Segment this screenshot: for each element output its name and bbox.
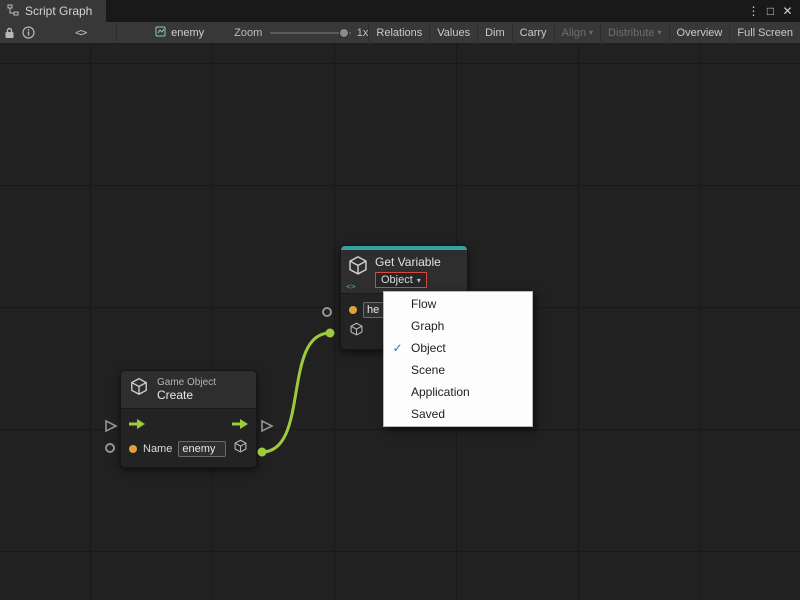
tab-label: Script Graph <box>25 4 92 18</box>
zoom-value: 1x <box>357 27 369 39</box>
flow-input-port[interactable] <box>104 419 118 438</box>
align-button[interactable]: Align▾ <box>554 22 600 44</box>
window-menu-icon[interactable]: ⋮ <box>745 0 762 22</box>
close-icon[interactable]: ✕ <box>779 0 796 22</box>
gameobject-port-cube-icon[interactable] <box>349 322 364 342</box>
zoom-label: Zoom <box>234 27 262 39</box>
graph-name: enemy <box>171 27 204 39</box>
scope-menu: Flow Graph ✓ Object Scene Application Sa… <box>383 291 533 427</box>
check-icon: ✓ <box>384 341 411 355</box>
carry-button[interactable]: Carry <box>512 22 554 44</box>
full-screen-button[interactable]: Full Screen <box>729 22 800 44</box>
toolbar-buttons: Relations Values Dim Carry Align▾ Distri… <box>368 22 800 44</box>
create-node-header: Game Object Create <box>121 371 256 408</box>
create-node[interactable]: Game Object Create Name <box>120 370 257 468</box>
variable-cube-icon: <> <box>347 255 369 288</box>
flow-input-arrow-icon[interactable] <box>128 417 146 435</box>
titlebar: Script Graph ⋮ □ ✕ <box>0 0 800 22</box>
graph-asset-icon <box>155 26 166 40</box>
name-input-port[interactable] <box>105 443 115 453</box>
flow-output-arrow-icon[interactable] <box>231 417 249 435</box>
menu-item-object[interactable]: ✓ Object <box>384 337 532 359</box>
chevron-down-icon: ▾ <box>417 276 421 285</box>
name-port-label: Name <box>143 443 172 455</box>
chevron-down-icon: ▾ <box>658 28 662 37</box>
node-title: Get Variable <box>375 255 441 269</box>
variable-code-glyph: <> <box>346 282 356 291</box>
code-editor-icon[interactable]: <> <box>71 22 90 44</box>
graph-canvas[interactable]: <> Get Variable Object ▾ <box>0 44 800 600</box>
name-input[interactable] <box>178 441 226 457</box>
script-graph-icon <box>7 4 19 19</box>
values-button[interactable]: Values <box>429 22 477 44</box>
info-icon[interactable] <box>19 22 38 44</box>
gameobject-output-cube-icon[interactable] <box>233 439 248 459</box>
script-graph-window: Script Graph ⋮ □ ✕ <> enemy Zoom 1x <box>0 0 800 600</box>
maximize-icon[interactable]: □ <box>762 0 779 22</box>
zoom-slider-knob[interactable] <box>339 28 349 38</box>
chevron-down-icon: ▾ <box>589 28 593 37</box>
toolbar: <> enemy Zoom 1x Relations Values Dim Ca… <box>0 22 800 44</box>
menu-item-flow[interactable]: Flow <box>384 293 532 315</box>
menu-item-scene[interactable]: Scene <box>384 359 532 381</box>
graph-breadcrumb[interactable]: enemy <box>155 26 204 40</box>
get-variable-header: <> Get Variable Object ▾ <box>341 250 467 293</box>
toolbar-separator <box>116 25 117 41</box>
lock-icon[interactable] <box>0 22 19 44</box>
menu-item-graph[interactable]: Graph <box>384 315 532 337</box>
dim-button[interactable]: Dim <box>477 22 512 44</box>
name-port-dot[interactable] <box>129 445 137 453</box>
menu-item-application[interactable]: Application <box>384 381 532 403</box>
zoom-slider[interactable] <box>270 22 351 44</box>
menu-item-saved[interactable]: Saved <box>384 403 532 425</box>
node-subtitle: Game Object <box>157 377 216 388</box>
flow-output-port[interactable] <box>260 419 274 438</box>
variable-name-port[interactable] <box>322 307 332 317</box>
value-port-dot[interactable] <box>349 306 357 314</box>
distribute-button[interactable]: Distribute▾ <box>600 22 668 44</box>
create-node-body: Name <box>121 408 256 467</box>
variable-scope-dropdown[interactable]: Object ▾ <box>375 272 427 288</box>
node-title: Create <box>157 388 216 402</box>
tab-script-graph[interactable]: Script Graph <box>0 0 106 22</box>
gameobject-cube-icon <box>129 377 149 402</box>
relations-button[interactable]: Relations <box>368 22 429 44</box>
window-controls: ⋮ □ ✕ <box>745 0 800 22</box>
overview-button[interactable]: Overview <box>669 22 730 44</box>
